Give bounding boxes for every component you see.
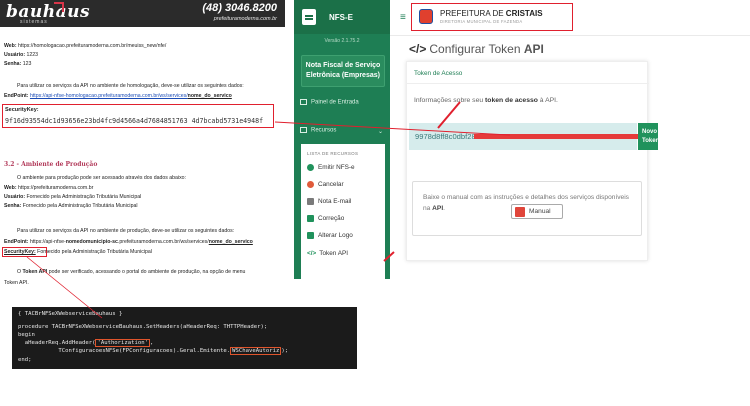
securitykey-value: 9f16d93554dc1d93656e23bd4fc9d4566a4d7684… [5, 117, 264, 125]
prod-intro: O ambiente para produção pode ser acessa… [17, 175, 186, 181]
sidebar-item-recursos[interactable]: Recursos [300, 127, 336, 134]
code-line-3: begin [18, 332, 35, 338]
recursos-submenu: LISTA DE RECURSOS Emitir NFS-e Cancelar … [301, 144, 385, 279]
topbar: ≡ PREFEITURA DE CRISTAIS DIRETORIA MUNIC… [390, 0, 750, 36]
token-redaction-mark [474, 134, 639, 139]
card-info-text: Informações sobre seu token de acesso à … [414, 97, 558, 104]
code-line-2: procedure TACBrNFSeXWebserviceBauhaus.Se… [18, 324, 268, 330]
folder-icon [300, 127, 307, 133]
homolog-web-url[interactable]: https://homologacao.prefeituramoderna.co… [18, 43, 166, 49]
manual-panel: Baixe o manual com as instruções e detal… [412, 181, 642, 236]
header-phone: (48) 3046.8200 [202, 2, 277, 14]
prod-web-line: Web: https://prefeituramoderna.com.br [4, 185, 94, 191]
menu-toggle-icon[interactable]: ≡ [400, 12, 406, 23]
edit-icon [307, 215, 314, 222]
brand-label: NFS-E [329, 13, 353, 22]
logo-mark-icon [54, 2, 64, 12]
code-icon: </> [409, 42, 427, 56]
manual-download-button[interactable]: Manual [511, 204, 563, 219]
page-title: </> Configurar Token API [409, 42, 544, 56]
authorization-highlight: 'Authorization' [95, 339, 150, 347]
homolog-web-line: Web: https://homologacao.prefeituramoder… [4, 43, 167, 49]
prod-instructions: Para utilizar os serviços da API no ambi… [17, 228, 235, 234]
chevron-down-icon: ⌄ [378, 129, 384, 135]
version-label: Versão 2.1.75.2 [324, 38, 360, 44]
submenu-item-nota-email[interactable]: Nota E-mail [307, 198, 351, 205]
nfse-app-window: NFS-E Versão 2.1.75.2 Nota Fiscal de Ser… [294, 0, 750, 279]
code-line-4: aHeaderReq.AddHeader('Authorization', [18, 339, 154, 347]
prod-web-url[interactable]: https://prefeituramoderna.com.br [18, 185, 93, 191]
wschaveautoriz-highlight: WSChaveAutoriz [230, 347, 282, 355]
homolog-endpoint-line: EndPoint: https://api-nfse-homologacao.p… [4, 93, 232, 99]
plus-circle-icon [307, 164, 314, 171]
image-icon [307, 232, 314, 239]
token-note: O Token API pode ser verificado, acessan… [17, 269, 246, 275]
submenu-item-alterar-logo[interactable]: Alterar Logo [307, 232, 353, 239]
token-field[interactable]: 9978d8ff8c0dbf281b [409, 123, 639, 150]
securitykey-label: SecurityKey: [5, 107, 39, 113]
token-card: Token de Acesso Informações sobre seu to… [406, 61, 658, 261]
prod-endpoint-line: EndPoint: https://api-nfse-nomedomunicip… [4, 239, 253, 245]
prod-user-line: Usuário: Fornecido pela Administração Tr… [4, 194, 142, 200]
doc-header: bauhaus sistemas (48) 3046.8200 prefeitu… [0, 0, 285, 27]
sidebar: NFS-E Versão 2.1.75.2 Nota Fiscal de Ser… [294, 0, 390, 279]
pdf-icon [515, 207, 525, 217]
prod-pass-line: Senha: Fornecido pela Administração Trib… [4, 203, 138, 209]
brand-bar[interactable]: NFS-E [294, 0, 390, 34]
section-title-production: 3.2 - Ambiente de Produção [4, 161, 98, 168]
code-line-5: TConfiguracoesNFSe(FPConfiguracoes).Gera… [18, 347, 289, 355]
header-site: prefeituramoderna.com.br [213, 16, 277, 22]
prefeitura-subtitle: DIRETORIA MUNICIPAL DE FAZENDA [440, 19, 523, 24]
homolog-pass-line: Senha: 123 [4, 61, 32, 67]
securitykey-highlight: SecurityKey: 9f16d93554dc1d93656e23bd4fc… [2, 104, 274, 128]
prefeitura-title: PREFEITURA DE CRISTAIS [440, 9, 543, 18]
submenu-item-cancelar[interactable]: Cancelar [307, 181, 344, 188]
bauhaus-logo: bauhaus [6, 2, 91, 22]
envelope-icon [307, 198, 314, 205]
prod-securitykey-line: SecurityKey: Fornecido pela Administraçã… [4, 249, 152, 255]
submenu-item-emitir[interactable]: Emitir NFS-e [307, 164, 355, 171]
code-line-6: end; [18, 357, 32, 363]
code-icon: </> [307, 250, 317, 257]
homolog-endpoint-link[interactable]: https://api-nfse-homologacao.prefeituram… [30, 93, 188, 99]
city-seal-icon [419, 9, 433, 24]
prefeitura-header: PREFEITURA DE CRISTAIS DIRETORIA MUNICIP… [411, 3, 573, 31]
submenu-header: LISTA DE RECURSOS [307, 151, 359, 156]
logo-subtitle: sistemas [20, 19, 48, 25]
submenu-item-correcao[interactable]: Correção [307, 215, 344, 222]
submenu-item-token-api[interactable]: </> Token API [307, 250, 348, 257]
token-note-end: Token API. [4, 280, 29, 286]
sidebar-item-painel[interactable]: Painel de Entrada [300, 99, 359, 106]
code-snippet: { TACBrNFSeXWebserviceBauhaus } procedur… [12, 307, 357, 369]
code-line-1: { TACBrNFSeXWebserviceBauhaus } [18, 311, 123, 317]
card-header: Token de Acesso [407, 62, 649, 84]
new-token-button[interactable]: Novo Token [638, 123, 658, 150]
nfse-companies-button[interactable]: Nota Fiscal de Serviço Eletrônica (Empre… [301, 55, 385, 87]
minus-circle-icon [307, 181, 314, 188]
homolog-user-line: Usuário: 1223 [4, 52, 39, 58]
panel-icon [300, 99, 307, 105]
document-icon [302, 9, 316, 25]
homolog-instructions: Para utilizar os serviços da API no ambi… [17, 83, 244, 89]
